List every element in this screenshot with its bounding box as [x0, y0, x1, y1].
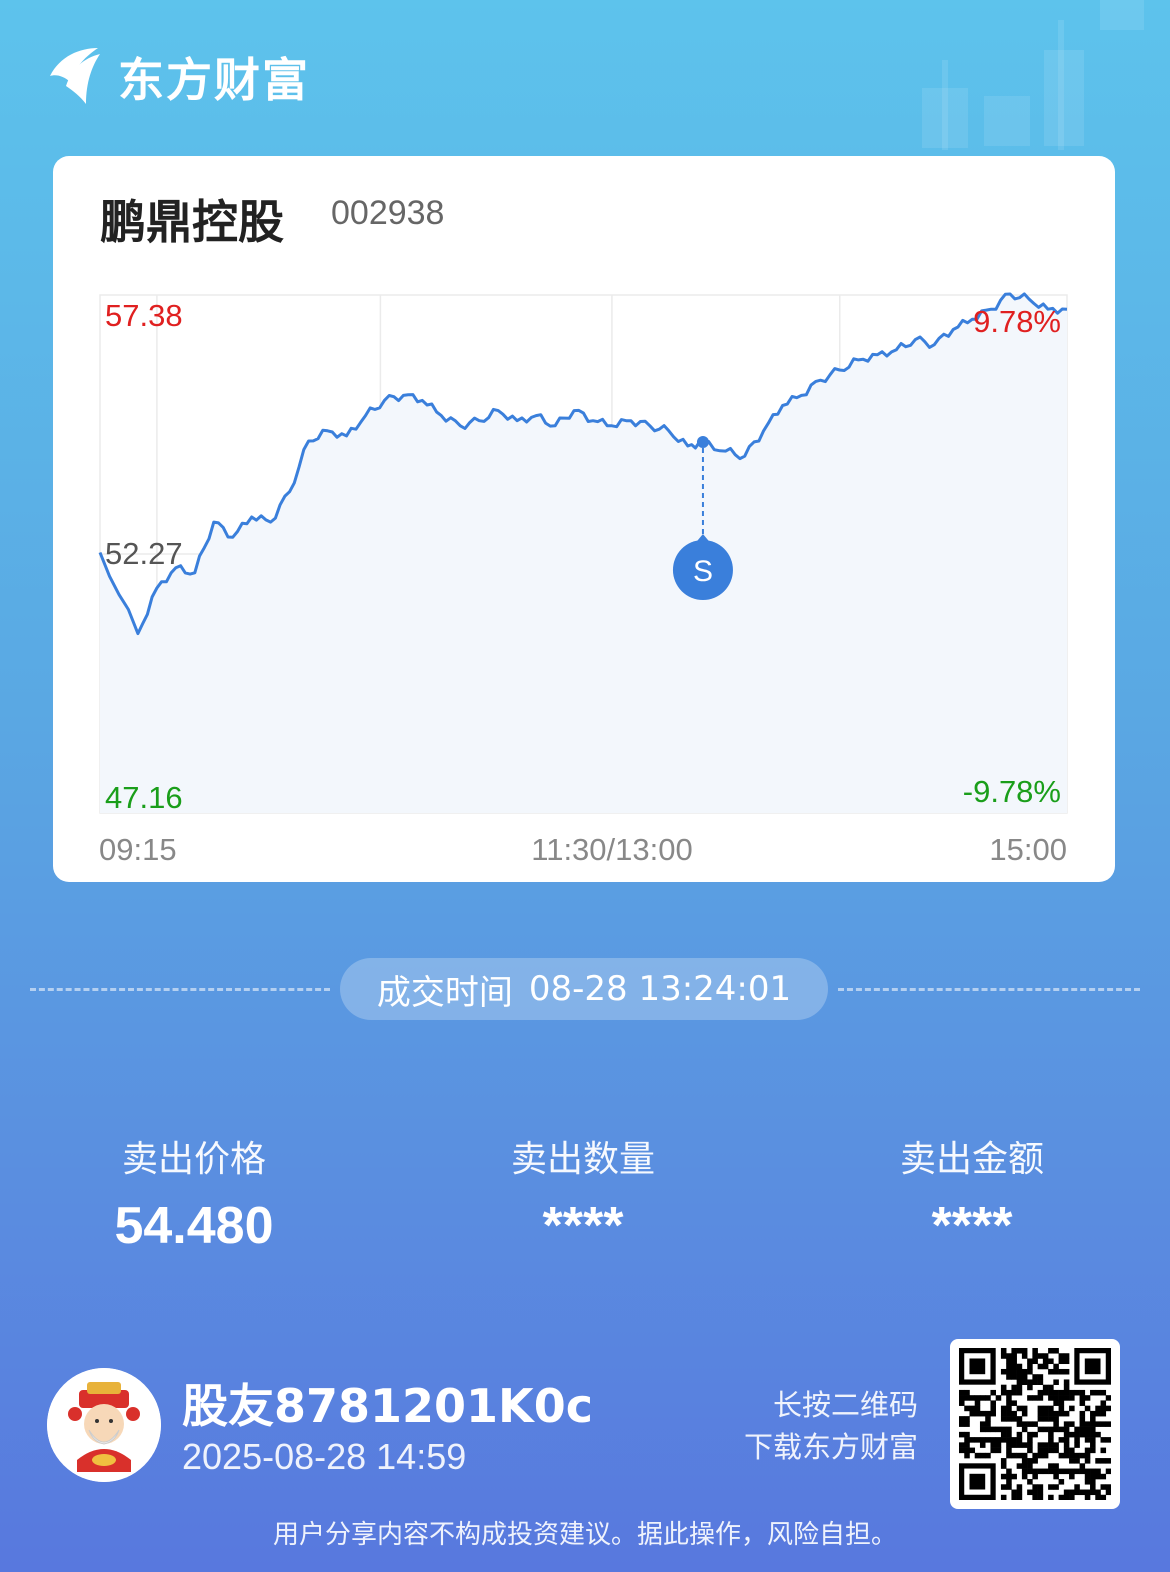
disclaimer: 用户分享内容不构成投资建议。据此操作，风险自担。 [272, 1520, 897, 1550]
eastmoney-logo-icon [50, 48, 100, 104]
god-of-wealth-avatar-icon [47, 1368, 161, 1482]
qr-code[interactable] [950, 1339, 1120, 1509]
decorative-wick [942, 60, 948, 150]
qr-hint: 长按二维码 下载东方财富 [744, 1384, 918, 1468]
decorative-candle [1044, 50, 1084, 146]
qr-hint-line2: 下载东方财富 [743, 1430, 918, 1464]
stat-label: 卖出金额 [899, 1139, 1044, 1180]
stat-sell-quantity: 卖出数量 **** [413, 1130, 753, 1256]
trade-time-divider: 成交时间 08-28 13:24:01 [30, 958, 1140, 1020]
price-area [100, 293, 1067, 813]
stat-sell-price: 卖出价格 54.480 [24, 1130, 364, 1256]
stat-value: 54.480 [114, 1197, 274, 1255]
x-tick-close: 15:00 [989, 832, 1067, 867]
user-avatar[interactable] [47, 1368, 161, 1482]
stock-card: 鹏鼎控股 002938 S 57.38 52.27 47.16 9.78% -9… [53, 156, 1115, 882]
qr-code-icon [959, 1348, 1112, 1501]
share-date: 2025-08-28 14:59 [182, 1436, 467, 1477]
price-high-label: 57.38 [105, 298, 183, 333]
brand-header: 东方财富 [46, 44, 310, 110]
price-low-label: 47.16 [105, 780, 183, 815]
decorative-candle [984, 96, 1030, 146]
stat-sell-amount: 卖出金额 **** [802, 1130, 1142, 1256]
user-name: 股友8781201K0c [182, 1379, 593, 1433]
intraday-chart: S 57.38 52.27 47.16 9.78% -9.78% 09:15 1… [98, 292, 1068, 867]
decorative-wick [1058, 20, 1064, 150]
trade-marker-label: S [693, 555, 713, 588]
trade-time-pill: 成交时间 08-28 13:24:01 [340, 958, 828, 1020]
x-tick-open: 09:15 [99, 832, 177, 867]
stat-value: **** [931, 1197, 1013, 1255]
brand-name: 东方财富 [118, 53, 310, 107]
trade-time-label: 成交时间 [376, 972, 513, 1013]
dashed-line-left [30, 988, 330, 991]
decorative-candle [1100, 0, 1144, 30]
stat-label: 卖出价格 [121, 1139, 266, 1180]
stat-label: 卖出数量 [510, 1139, 655, 1180]
price-mid-label: 52.27 [105, 536, 183, 571]
x-tick-midday: 11:30/13:00 [531, 832, 692, 867]
trade-time-value: 08-28 13:24:01 [528, 969, 792, 1009]
trade-point [696, 435, 709, 448]
pct-low-label: -9.78% [963, 774, 1061, 809]
pct-high-label: 9.78% [973, 304, 1061, 339]
qr-hint-line1: 长按二维码 [772, 1388, 918, 1422]
dashed-line-right [838, 988, 1140, 991]
stat-value: **** [542, 1197, 624, 1255]
